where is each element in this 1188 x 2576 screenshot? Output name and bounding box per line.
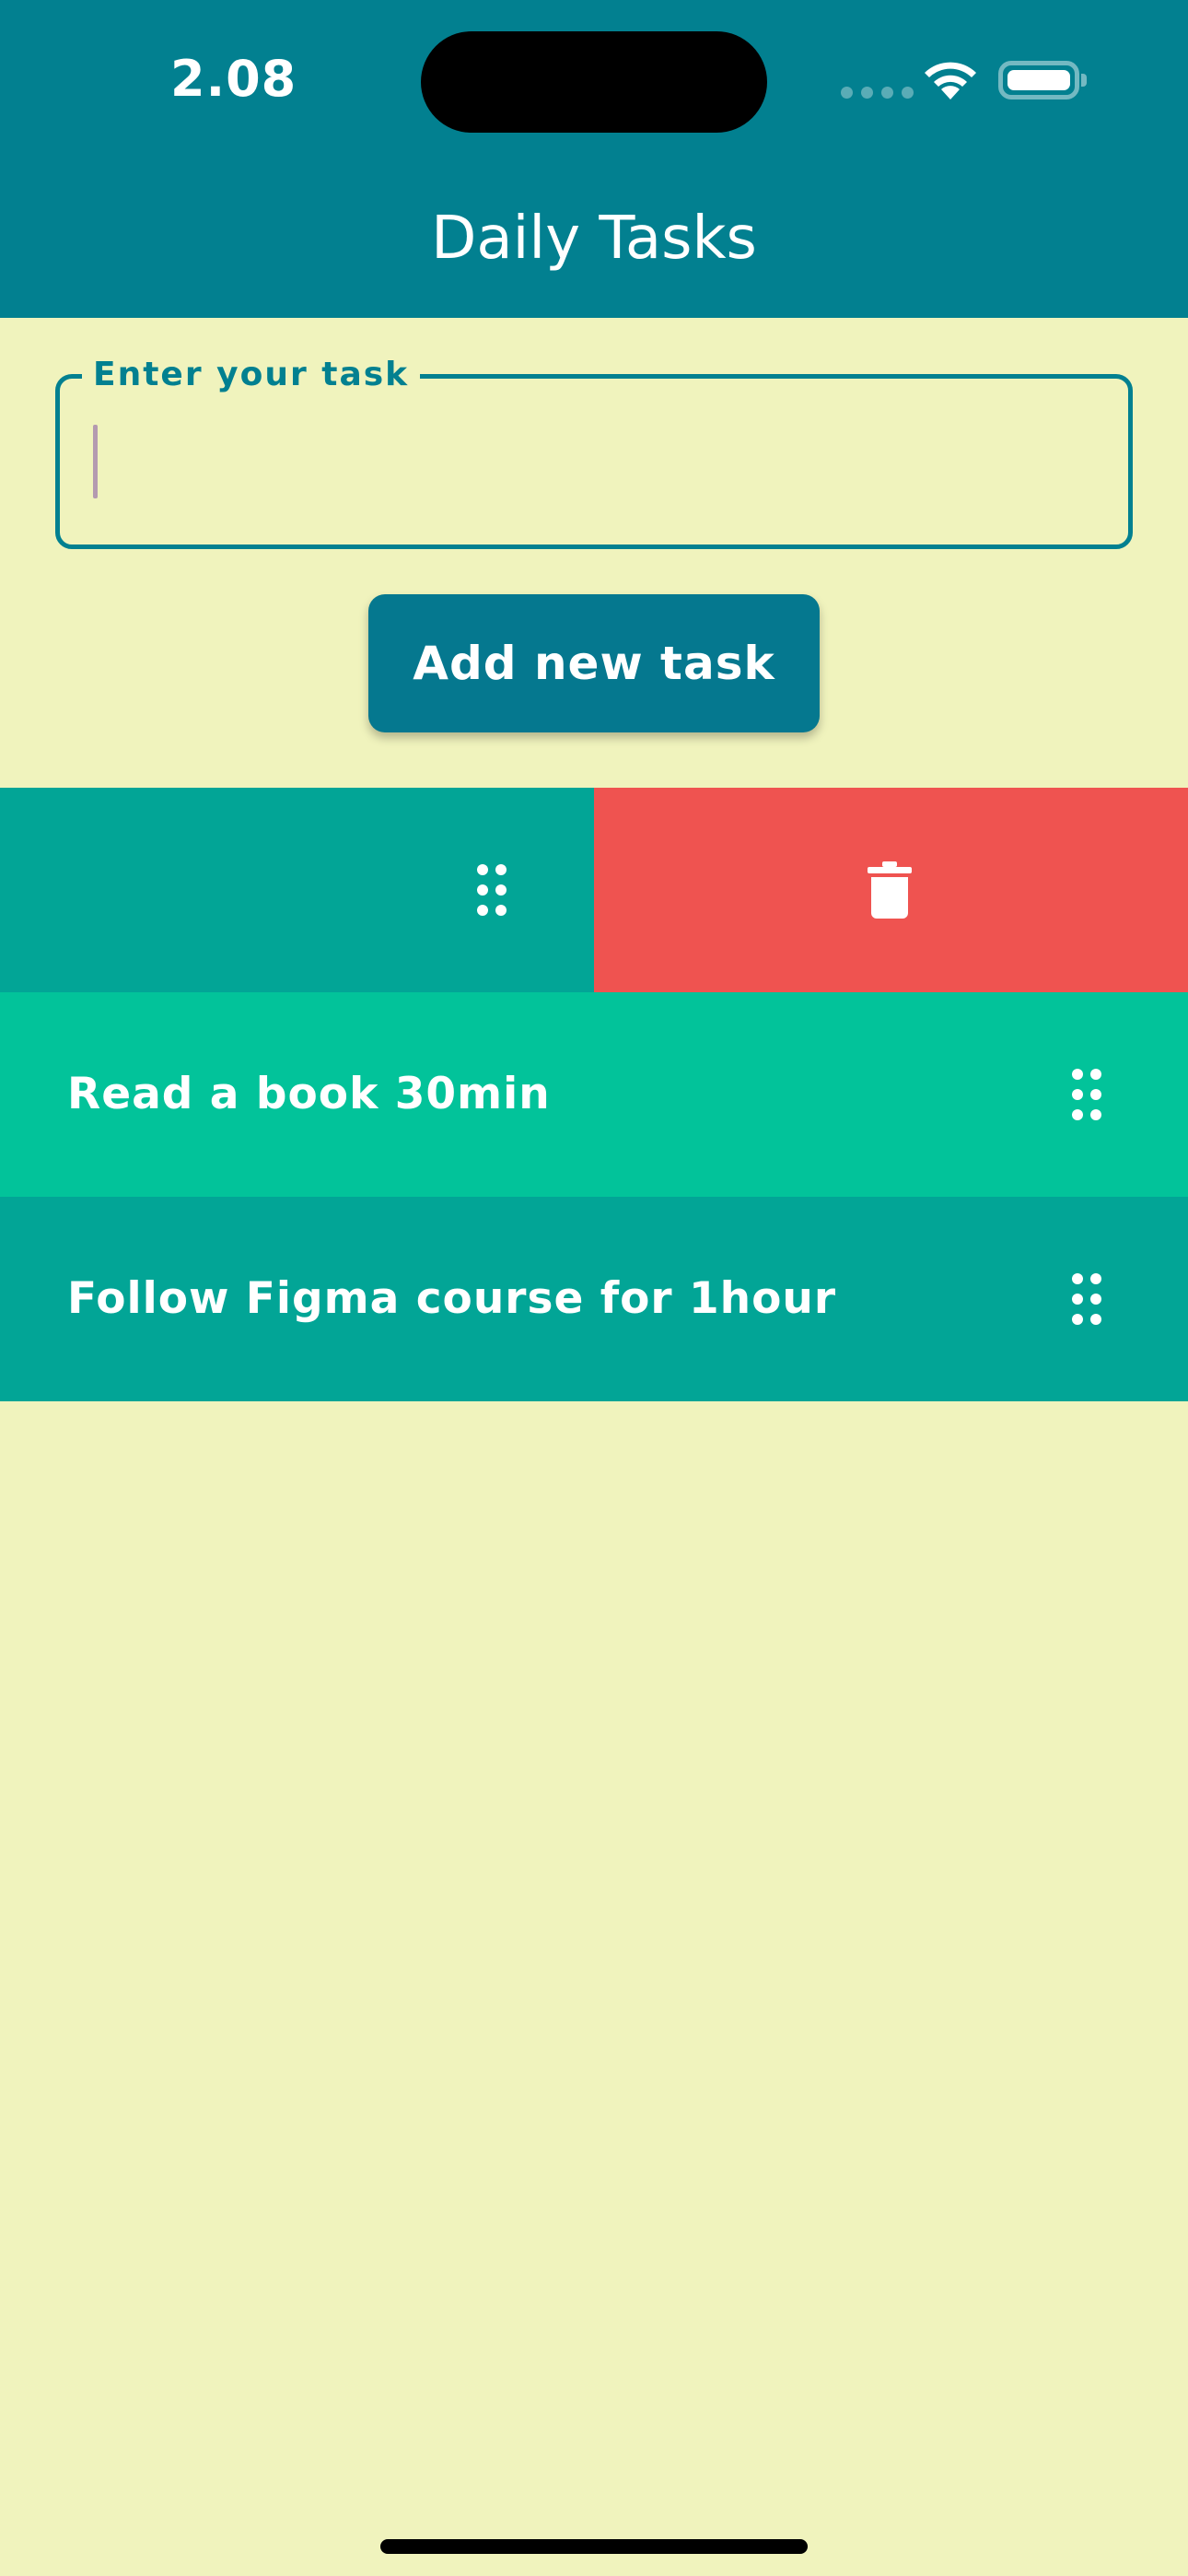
- wifi-icon: [925, 62, 976, 100]
- task-input[interactable]: [87, 416, 1095, 509]
- home-indicator[interactable]: [380, 2539, 808, 2554]
- app-bar: 2.08 Daily Tasks: [0, 0, 1188, 318]
- task-input-label: Enter your task: [82, 357, 421, 393]
- task-label: Read a book 30min: [67, 1069, 551, 1119]
- drag-handle-icon[interactable]: [1071, 1068, 1102, 1121]
- task-input-field[interactable]: Enter your task: [55, 357, 1133, 549]
- cellular-signal-icon: [841, 87, 914, 99]
- dynamic-island: [421, 31, 767, 133]
- drag-handle-icon[interactable]: [476, 863, 507, 917]
- swiped-task-row[interactable]: [0, 788, 594, 992]
- status-time: 2.08: [170, 50, 297, 108]
- page-title: Daily Tasks: [431, 205, 757, 273]
- task-row[interactable]: Read a book 30min: [0, 992, 1188, 1197]
- trash-icon[interactable]: [868, 861, 912, 919]
- text-cursor: [93, 425, 98, 498]
- task-label: Follow Figma course for 1hour: [67, 1273, 837, 1324]
- battery-icon: [998, 61, 1087, 100]
- drag-handle-icon[interactable]: [1071, 1272, 1102, 1326]
- add-new-task-button[interactable]: Add new task: [368, 594, 820, 732]
- delete-action[interactable]: [594, 788, 1188, 992]
- task-row[interactable]: Follow Figma course for 1hour: [0, 1197, 1188, 1401]
